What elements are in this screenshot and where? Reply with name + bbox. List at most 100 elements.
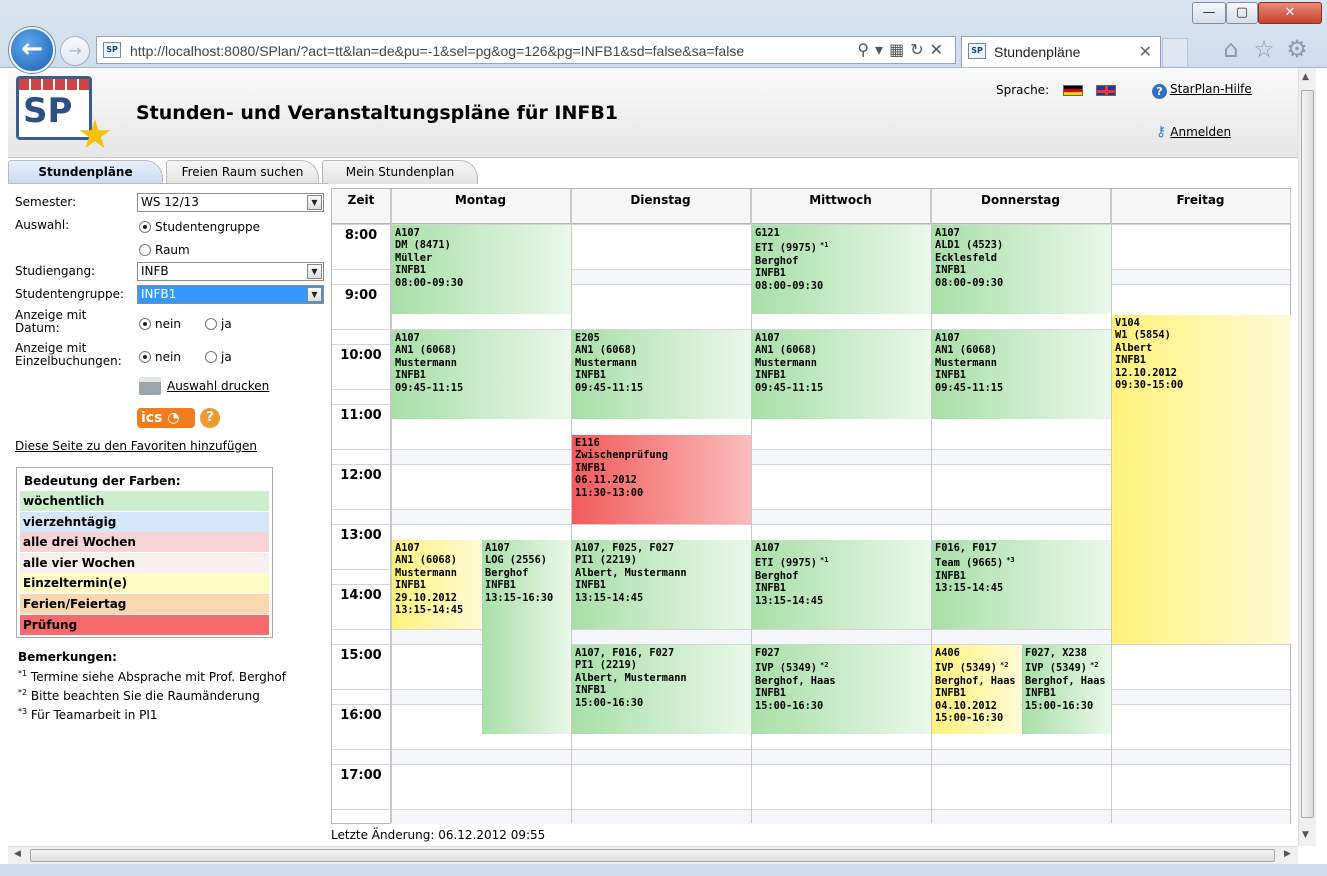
add-favorites-link[interactable]: Diese Seite zu den Favoriten hinzufügen [15,439,257,453]
chevron-down-icon[interactable]: ▼ [307,264,322,279]
radio-raum[interactable]: Raum [139,243,190,257]
horizontal-scroll-thumb[interactable] [30,849,1275,862]
timetable-event[interactable]: A406 IVP (5349) *2 Berghof, Haas INFB1 04.10.… [932,645,1021,734]
radio-dot-checked[interactable] [139,221,151,233]
scroll-up-icon[interactable]: ▲ [1302,72,1309,82]
horizontal-scrollbar[interactable]: ◀ ▶ [8,846,1298,864]
event-line: A406 [935,647,960,659]
legend-item: vierzehntägig [20,511,269,532]
timetable-event[interactable]: A107 ALD1 (4523) Ecklesfeld INFB1 08:00-09:3… [932,225,1111,314]
radio-dot[interactable] [139,244,151,256]
favorites-star-icon[interactable]: ☆ [1250,36,1278,64]
radio-date-no[interactable]: nein [139,317,181,331]
address-url[interactable]: http://localhost:8080/SPlan/?act=tt&lan=… [130,43,744,59]
radio-dot[interactable] [205,318,217,330]
event-note-mark: *1 [820,556,829,565]
timetable-event[interactable]: A107, F016, F027 PI1 (2219) Albert, Muster… [572,645,751,734]
day-header-donnerstag: Donnerstag [931,189,1111,224]
timetable-event[interactable]: A107 AN1 (6068) Mustermann INFB1 09:45-11:15 [392,330,571,419]
group-select[interactable]: INFB1 ▼ [137,285,324,304]
scroll-right-icon[interactable]: ▶ [1284,849,1291,859]
tab-stundenplaene[interactable]: Stundenpläne [8,160,163,184]
event-line: IVP (5349) *2 [935,661,1009,675]
timetable-event[interactable]: A107 AN1 (6068) Mustermann INFB1 29.10.2012 1… [392,540,481,629]
radio-single-no[interactable]: nein [139,350,181,364]
timetable-event[interactable]: A107 DM (8471) Müller INFB1 08:00-09:30 [392,225,571,314]
event-line: 06.11.2012 [575,474,637,487]
timetable-event[interactable]: E116 Zwischenprüfung INFB1 06.11.2012 11:30-… [572,435,751,524]
scroll-left-icon[interactable]: ◀ [14,849,21,859]
english-flag-icon[interactable] [1096,85,1116,96]
semester-select[interactable]: WS 12/13 ▼ [137,193,324,212]
event-line: A107 [935,332,960,344]
print-link-label[interactable]: Auswahl drucken [167,379,269,393]
event-line: IVP (5349) *2 [755,661,829,675]
event-line: Berghof [755,254,799,267]
radio-date-yes[interactable]: ja [205,317,232,331]
home-icon[interactable]: ⌂ [1217,36,1245,64]
remark-mark: *1 [18,669,28,678]
timetable-event[interactable]: G121 ETI (9975) *1 Berghof INFB1 08:00-09:30 [752,225,931,314]
program-select[interactable]: INFB ▼ [137,262,324,281]
radio-dot-checked[interactable] [139,351,151,363]
vertical-scrollbar[interactable]: ▲ ▼ [1298,68,1316,846]
radio-dot[interactable] [205,351,217,363]
timetable-event[interactable]: A107 ETI (9975) *1 Berghof INFB1 13:15-14:45 [752,540,931,629]
timetable-event[interactable]: F027, X238 IVP (5349) *2 Berghof, Haas INFB1… [1022,645,1111,734]
logo-calendar-bar [19,79,89,90]
chevron-down-icon[interactable]: ▼ [307,195,322,210]
scroll-down-icon[interactable]: ▼ [1302,830,1309,840]
logo-text: SP [23,91,73,131]
tab-freien-raum-suchen[interactable]: Freien Raum suchen [166,160,319,184]
login-link[interactable]: ⚷ Anmelden [1156,124,1231,140]
page-tabs: Stundenpläne Freien Raum suchen Mein Stu… [8,160,1298,184]
event-line: IVP (5349) *2 [1025,661,1099,675]
help-icon: ? [1152,84,1167,99]
timetable-event[interactable]: F027 IVP (5349) *2 Berghof, Haas INFB1 15:00-… [752,645,931,734]
search-icon[interactable]: ⚲ [857,40,875,59]
timetable-event[interactable]: A107 LOG (2556) Berghof INFB1 13:15-16:30 [482,540,571,734]
window-minimize-button[interactable]: — [1192,2,1226,24]
ics-help-icon[interactable]: ? [200,408,220,428]
compat-view-icon[interactable]: ▦ [889,40,910,59]
semester-value: WS 12/13 [141,195,199,209]
refresh-icon[interactable]: ↻ [910,40,929,59]
group-value: INFB1 [141,287,177,301]
gear-icon[interactable]: ⚙ [1283,36,1311,64]
remark-mark: *2 [18,688,28,697]
back-button[interactable]: ← [9,27,55,73]
ics-feed-icon[interactable]: ics ◔ [137,408,195,428]
forward-button[interactable]: → [60,36,90,66]
semester-label: Semester: [15,195,77,209]
remark-text: Bitte beachten Sie die Raumänderung [27,689,260,703]
address-bar[interactable]: SP http://localhost:8080/SPlan/?act=tt&l… [96,36,956,64]
stop-icon[interactable]: ✕ [930,40,949,59]
radio-dot-checked[interactable] [139,318,151,330]
chevron-down-icon[interactable]: ▼ [307,287,322,302]
german-flag-icon[interactable] [1063,85,1083,96]
timetable-event[interactable]: V104 W1 (5854) Albert INFB1 12.10.2012 09:30-… [1112,315,1291,644]
vertical-scroll-thumb[interactable] [1301,90,1314,818]
timetable-event[interactable]: E205 AN1 (6068) Mustermann INFB1 09:45-11:15 [572,330,751,419]
timetable-event[interactable]: A107 AN1 (6068) Mustermann INFB1 09:45-11:15 [932,330,1111,419]
legend-item: Prüfung [20,614,269,635]
timetable-event[interactable]: A107 AN1 (6068) Mustermann INFB1 09:45-11:15 [752,330,931,419]
timetable-event[interactable]: F016, F017 Team (9665) *3 INFB1 13:15-14:45 [932,540,1111,629]
tab-close-icon[interactable]: ✕ [1139,42,1152,61]
login-link-label[interactable]: Anmelden [1170,125,1231,139]
remarks-rows: *1 Termine siehe Absprache mit Prof. Ber… [18,666,323,723]
dropdown-icon[interactable]: ▾ [875,40,889,59]
browser-chrome: — ▢ ✕ ← → SP http://localhost:8080/SPlan… [0,0,1327,73]
window-maximize-button[interactable]: ▢ [1226,2,1258,24]
window-close-button[interactable]: ✕ [1258,2,1322,24]
help-link[interactable]: ? StarPlan-Hilfe [1152,82,1252,99]
radio-single-yes[interactable]: ja [205,350,232,364]
browser-tab[interactable]: SP Stundenpläne ✕ [961,36,1161,67]
help-link-label[interactable]: StarPlan-Hilfe [1170,82,1252,96]
timetable-event[interactable]: A107, F025, F027 PI1 (2219) Albert, Muster… [572,540,751,629]
event-line: INFB1 [575,369,606,382]
print-selection-link[interactable]: Auswahl drucken [139,377,269,395]
radio-studentengruppe[interactable]: Studentengruppe [139,220,260,234]
new-tab-button[interactable] [1162,38,1188,66]
tab-mein-stundenplan[interactable]: Mein Stundenplan [322,160,478,184]
